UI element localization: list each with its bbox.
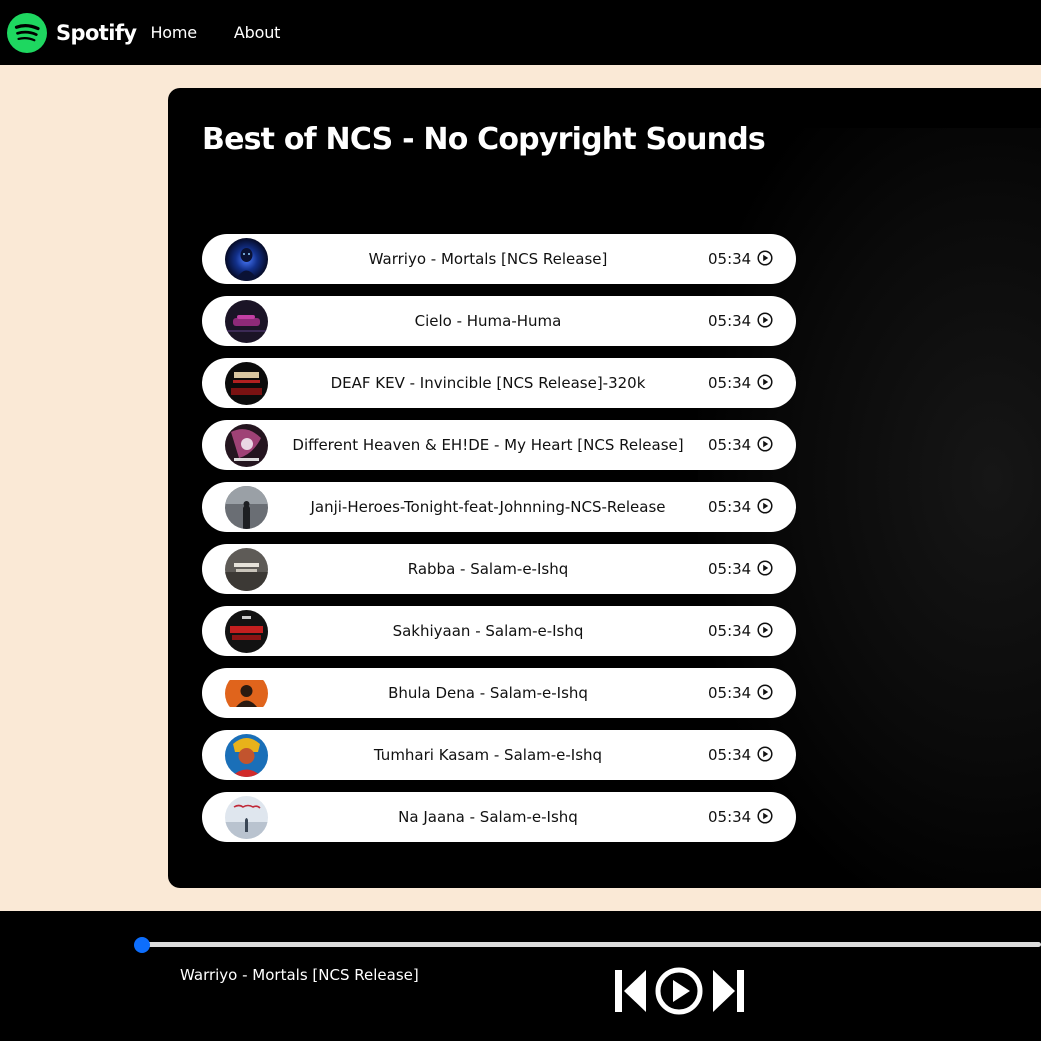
song-cover-image — [225, 362, 268, 405]
song-cover-image — [225, 610, 268, 653]
brand[interactable]: Spotify — [7, 12, 137, 53]
song-list: Warriyo - Mortals [NCS Release] 05:34 Ci… — [202, 234, 796, 854]
song-duration: 05:34 — [708, 560, 752, 578]
spotify-logo-icon — [7, 12, 47, 53]
progress-thumb[interactable] — [134, 937, 150, 953]
next-icon[interactable] — [712, 969, 744, 1013]
song-duration: 05:34 — [708, 436, 752, 454]
progress-bar[interactable] — [142, 942, 1041, 947]
nav-link-home[interactable]: Home — [150, 23, 197, 42]
playlist-title: Best of NCS - No Copyright Sounds — [202, 122, 766, 157]
song-name: Different Heaven & EH!DE - My Heart [NCS… — [292, 436, 684, 454]
song-duration: 05:34 — [708, 250, 752, 268]
play-circle-icon[interactable] — [757, 684, 773, 700]
previous-icon[interactable] — [615, 969, 647, 1013]
song-cover-image — [225, 486, 268, 529]
song-name: Rabba - Salam-e-Ishq — [407, 560, 569, 578]
song-cover-image — [225, 734, 268, 777]
song-item[interactable]: Cielo - Huma-Huma 05:34 — [202, 296, 796, 346]
player-bar: Warriyo - Mortals [NCS Release] — [0, 911, 1041, 1041]
song-name: Na Jaana - Salam-e-Ishq — [398, 808, 578, 826]
play-circle-icon[interactable] — [757, 808, 773, 824]
song-name: DEAF KEV - Invincible [NCS Release]-320k — [330, 374, 646, 392]
song-item[interactable]: Na Jaana - Salam-e-Ishq 05:34 — [202, 792, 796, 842]
song-item[interactable]: Janji-Heroes-Tonight-feat-Johnning-NCS-R… — [202, 482, 796, 532]
play-circle-icon[interactable] — [757, 560, 773, 576]
song-duration: 05:34 — [708, 808, 752, 826]
play-circle-icon[interactable] — [757, 312, 773, 328]
song-duration: 05:34 — [708, 746, 752, 764]
navbar: Spotify Home About — [0, 0, 1041, 65]
song-cover-image — [225, 424, 268, 467]
song-duration: 05:34 — [708, 622, 752, 640]
song-duration: 05:34 — [708, 684, 752, 702]
song-duration: 05:34 — [708, 312, 752, 330]
song-cover-image — [225, 300, 268, 343]
play-circle-icon[interactable] — [757, 436, 773, 452]
song-name: Tumhari Kasam - Salam-e-Ishq — [373, 746, 603, 764]
song-cover-image — [225, 548, 268, 591]
song-item[interactable]: Rabba - Salam-e-Ishq 05:34 — [202, 544, 796, 594]
song-name: Bhula Dena - Salam-e-Ishq — [388, 684, 588, 702]
play-circle-icon[interactable] — [757, 498, 773, 514]
song-item[interactable]: Tumhari Kasam - Salam-e-Ishq 05:34 — [202, 730, 796, 780]
song-duration: 05:34 — [708, 498, 752, 516]
brand-name: Spotify — [56, 20, 137, 45]
song-item[interactable]: DEAF KEV - Invincible [NCS Release]-320k… — [202, 358, 796, 408]
song-name: Cielo - Huma-Huma — [414, 312, 562, 330]
now-playing-title: Warriyo - Mortals [NCS Release] — [180, 966, 419, 984]
play-circle-icon[interactable] — [757, 374, 773, 390]
song-name: Warriyo - Mortals [NCS Release] — [368, 250, 608, 268]
song-item[interactable]: Sakhiyaan - Salam-e-Ishq 05:34 — [202, 606, 796, 656]
play-circle-icon[interactable] — [757, 622, 773, 638]
play-circle-icon[interactable] — [757, 250, 773, 266]
song-item[interactable]: Warriyo - Mortals [NCS Release] 05:34 — [202, 234, 796, 284]
playlist-container: Best of NCS - No Copyright Sounds Warriy… — [168, 88, 1041, 888]
song-name: Sakhiyaan - Salam-e-Ishq — [392, 622, 584, 640]
song-item[interactable]: Different Heaven & EH!DE - My Heart [NCS… — [202, 420, 796, 470]
play-circle-icon[interactable] — [757, 746, 773, 762]
song-duration: 05:34 — [708, 374, 752, 392]
nav-link-about[interactable]: About — [234, 23, 281, 42]
play-icon[interactable] — [655, 967, 703, 1015]
song-cover-image — [225, 672, 268, 715]
song-cover-image — [225, 796, 268, 839]
song-cover-image — [225, 238, 268, 281]
song-name: Janji-Heroes-Tonight-feat-Johnning-NCS-R… — [310, 498, 666, 516]
song-item[interactable]: Bhula Dena - Salam-e-Ishq 05:34 — [202, 668, 796, 718]
